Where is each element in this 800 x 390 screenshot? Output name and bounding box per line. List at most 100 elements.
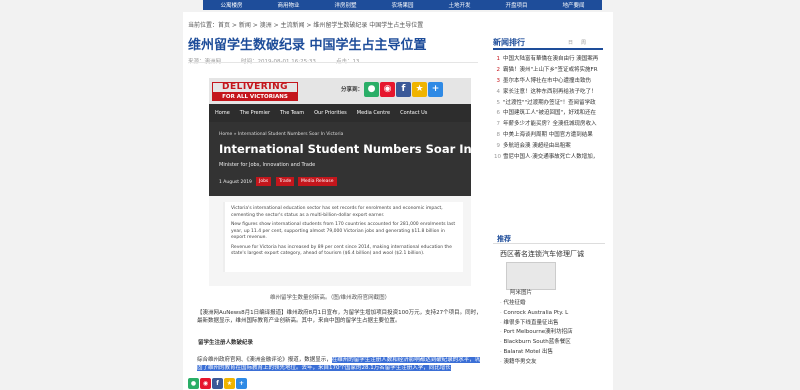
rank-number: 6 (496, 110, 501, 117)
release-paragraph: Victoria's international education secto… (231, 206, 443, 218)
recommend-list: 代挂征婚 Conrock Australia Pty. L 维很多下线直量征出售… (500, 299, 610, 368)
ranking-title: 新闻排行 (493, 38, 525, 47)
nav-item[interactable]: 地产要闻 (562, 1, 584, 9)
rank-title[interactable]: 中国建筑工人"被迫回国"，好戏和还在 (503, 108, 596, 119)
paragraph-heading: 留学生注册人数破纪录 (198, 340, 254, 346)
image-hero: Home » International Student Numbers Soa… (209, 122, 526, 196)
weibo-icon[interactable]: ◉ (380, 82, 395, 97)
rank-number: 2 (496, 66, 501, 73)
tag-badge: Jobs (256, 177, 272, 186)
wechat-icon[interactable]: ● (188, 378, 199, 389)
list-item[interactable]: 澳籍华男交友 (500, 358, 610, 368)
list-item[interactable]: 4 家长注意！这种东西别再给孩子吃了！ (494, 87, 606, 98)
list-item[interactable]: 10 雪尼中国人·澳交通事故死亡人数增加， (494, 152, 606, 163)
rank-number: 7 (496, 121, 501, 128)
star-icon[interactable]: ★ (412, 82, 427, 97)
article-title: 维州留学生数破纪录 中国学生占主导位置 (188, 38, 427, 53)
rank-title[interactable]: 年薪多少才能买房？全澳低城现房收入 (503, 119, 597, 130)
release-paragraph: New figures show international students … (231, 222, 456, 240)
rank-number: 8 (496, 132, 501, 139)
facebook-icon[interactable]: f (396, 82, 411, 97)
tab-day[interactable]: 日 (568, 39, 573, 46)
tag-badge: Trade (276, 177, 295, 186)
article-image: DELIVERING FOR ALL VICTORIANS 分享到： ● ◉ f… (209, 78, 526, 286)
article-meta: 来源：澳洲网 时间：2019-08-01 16:25:33 点击：13 (188, 57, 359, 65)
share-label: 分享到： (341, 87, 364, 93)
article-paragraph: 【澳洲网AuNews8月1日编译报道】维州政府8月1日宣布，为留学生增加项目投资… (197, 310, 482, 324)
rank-number: 9 (496, 143, 501, 150)
list-item[interactable]: 3 墨尔本华人博社在市中心遭撞击致伤 (494, 76, 606, 87)
article-time: 时间：2019-08-01 16:25:33 (241, 59, 316, 65)
article-views: 点击：13 (335, 59, 360, 65)
image-header: DELIVERING FOR ALL VICTORIANS 分享到： ● ◉ f… (209, 78, 471, 104)
list-item[interactable]: Conrock Australia Pty. L (500, 309, 610, 319)
list-item[interactable]: 7 年薪多少才能买房？全澳低城现房收入 (494, 119, 606, 130)
image-minister: Minister for Jobs, Innovation and Trade (219, 162, 316, 168)
nav-item[interactable]: 土地开发 (448, 1, 470, 9)
breadcrumb: 当前位置：首页 > 新闻 > 澳洲 > 主流新闻 > 维州留学生数破纪录 中国学… (188, 22, 424, 29)
image-caption: 维州留学生数量创新高。（图/维州政府官网截图） (270, 295, 391, 301)
recommend-image[interactable] (506, 262, 556, 290)
nav-item[interactable]: 洋房别墅 (334, 1, 356, 9)
tab-week[interactable]: 周 (581, 39, 586, 46)
nav-item[interactable]: 商用物业 (277, 1, 299, 9)
list-item[interactable]: Balarat Motel 出售 (500, 348, 610, 358)
menu-item: Contact Us (400, 110, 428, 116)
rank-title[interactable]: 多航班会澳 澳超经由出租案 (503, 141, 571, 152)
list-item[interactable]: 6 中国建筑工人"被迫回国"，好戏和还在 (494, 108, 606, 119)
star-icon[interactable]: ★ (224, 378, 235, 389)
rank-number: 10 (494, 154, 501, 161)
wechat-icon[interactable]: ● (364, 82, 379, 97)
list-item[interactable]: Port Melbourne澳利坊招店 (500, 328, 610, 338)
rank-title[interactable]: 家长注意！这种东西别再给孩子吃了！ (503, 87, 597, 98)
nav-item[interactable]: 公寓楼房 (220, 1, 242, 9)
facebook-icon[interactable]: f (212, 378, 223, 389)
menu-item: The Team (280, 110, 305, 116)
tag-badge: Media Release (298, 177, 337, 186)
menu-item: Home (215, 110, 230, 116)
list-item[interactable]: 代挂征婚 (500, 299, 610, 309)
nav-item[interactable]: 农场果园 (391, 1, 413, 9)
rank-title[interactable]: 霸猫！澳州"上山下乡"签证或将实施FR (503, 65, 598, 76)
vic-gov-logo: DELIVERING FOR ALL VICTORIANS (212, 82, 298, 101)
image-headline: International Student Numbers Soar In Vi… (219, 142, 526, 156)
rank-title[interactable]: 雪尼中国人·澳交通事故死亡人数增加， (503, 152, 598, 163)
rank-number: 4 (496, 88, 501, 95)
rank-title[interactable]: 墨尔本华人博社在市中心遭撞击致伤 (503, 76, 591, 87)
article-paragraph: 综合维州政府官网、《澳洲金融评论》报道，数据显示，在维州的留学生注册人数和经济影… (197, 356, 482, 372)
divider (188, 62, 478, 63)
ranking-tabs: 日 周 (568, 39, 586, 46)
menu-item: The Premier (239, 110, 270, 116)
floating-share-bar: ● ◉ f ★ + (188, 378, 247, 389)
image-release-text: Victoria's international education secto… (223, 202, 463, 272)
divider (493, 48, 603, 50)
list-item[interactable]: 2 霸猫！澳州"上山下乡"签证或将实施FR (494, 65, 606, 76)
plus-icon[interactable]: + (428, 82, 443, 97)
divider (493, 243, 605, 244)
list-item[interactable]: 9 多航班会澳 澳超经由出租案 (494, 141, 606, 152)
list-item[interactable]: 维很多下线直量征出售 (500, 319, 610, 329)
recommend-image-caption[interactable]: 阿米图片 (510, 288, 532, 296)
rank-number: 1 (496, 56, 501, 62)
rank-number: 3 (496, 77, 501, 84)
release-paragraph: Revenue for Victoria has increased by 89… (231, 244, 452, 257)
nav-item[interactable]: 开盘项目 (505, 1, 527, 9)
logo-top-text: DELIVERING (212, 82, 298, 93)
image-date: 1 August 2019 (219, 180, 252, 185)
list-item[interactable]: 1 中国大陆富有華僑在澳自由行 澳国案再 (494, 54, 606, 65)
paragraph-text: 综合维州政府官网、《澳洲金融评论》报道，数据显示， (197, 357, 332, 363)
rank-title[interactable]: 中国大陆富有華僑在澳自由行 澳国案再 (503, 54, 598, 65)
ranking-list: 1 中国大陆富有華僑在澳自由行 澳国案再 2 霸猫！澳州"上山下乡"签证或将实施FR… (494, 54, 606, 163)
article-source: 来源：澳洲网 (188, 59, 222, 65)
rank-number: 5 (496, 99, 501, 106)
list-item[interactable]: 8 中美上海谈判周期 中国官方遭到结果 (494, 130, 606, 141)
recommend-headline[interactable]: 西区著名连锁汽车修理厂诚 (500, 249, 584, 259)
list-item[interactable]: Blackburn South蓝条餐区 (500, 338, 610, 348)
list-item[interactable]: 5 "过渡性""过渡期办签证"！查阅留学政 (494, 98, 606, 109)
weibo-icon[interactable]: ◉ (200, 378, 211, 389)
rank-title[interactable]: 中美上海谈判周期 中国官方遭到结果 (503, 130, 593, 141)
plus-icon[interactable]: + (236, 378, 247, 389)
image-breadcrumb: Home » International Student Numbers Soa… (219, 132, 344, 137)
rank-title[interactable]: "过渡性""过渡期办签证"！查阅留学政 (503, 98, 596, 109)
menu-item: Media Centre (356, 110, 391, 116)
